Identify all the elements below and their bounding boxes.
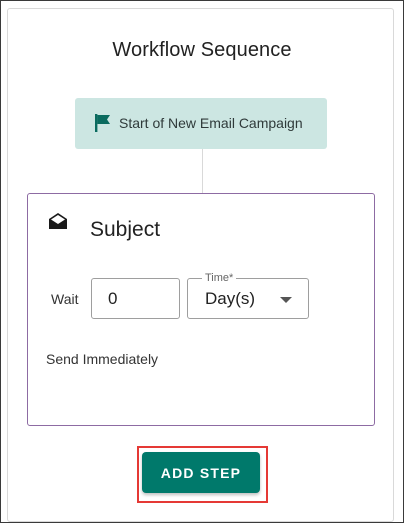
page-title: Workflow Sequence: [112, 39, 292, 61]
step-title: Subject: [90, 218, 161, 241]
time-select-label: Time*: [202, 271, 237, 285]
screenshot-frame: Workflow Sequence Start of New Email Cam…: [0, 0, 404, 523]
connector-line: [202, 149, 203, 193]
send-timing-text: Send Immediately: [46, 351, 159, 367]
time-select-value: Day(s): [205, 289, 256, 308]
chevron-down-icon[interactable]: [280, 297, 292, 303]
time-select[interactable]: Time* Day(s): [187, 271, 309, 319]
start-node-label: Start of New Email Campaign: [119, 115, 303, 131]
envelope-open-icon: [49, 213, 67, 229]
wait-label: Wait: [51, 291, 79, 307]
add-step-button[interactable]: ADD STEP: [142, 452, 260, 493]
flag-icon: [95, 114, 110, 132]
start-node[interactable]: Start of New Email Campaign: [75, 98, 327, 149]
email-step-card[interactable]: Subject Wait 0 Time* Day(s) Send Immedia…: [27, 193, 375, 426]
wait-input[interactable]: 0: [91, 278, 180, 319]
wait-input-value: 0: [108, 288, 118, 308]
